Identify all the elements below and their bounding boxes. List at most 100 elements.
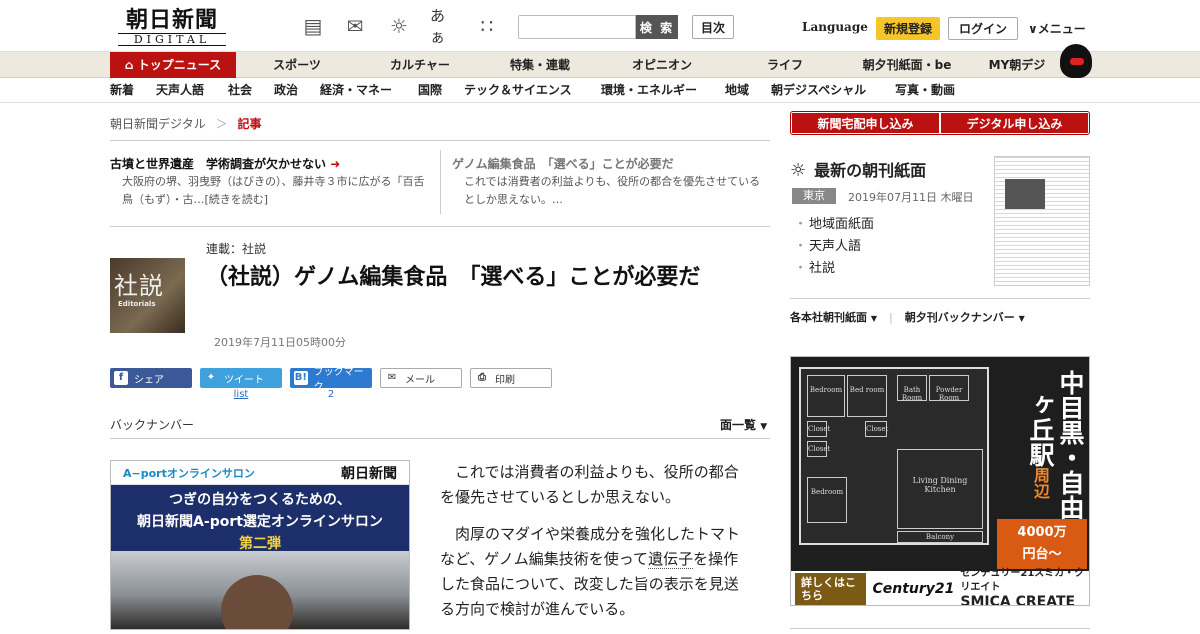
twitter-share-button[interactable]: ✦ ツイート	[200, 368, 282, 388]
hatena-count[interactable]: 2	[290, 389, 372, 400]
grid-icon[interactable]: ∷	[474, 14, 500, 38]
subnav-photo[interactable]: 写真・動画	[895, 78, 955, 103]
realestate-advertisement[interactable]: Bedroom Bed room Bath Room Powder Room C…	[790, 356, 1090, 606]
hatena-bookmark-button[interactable]: B! ブックマーク	[290, 367, 372, 393]
room: Closet	[807, 441, 830, 457]
room: Bedroom	[807, 477, 847, 523]
nav-opinion[interactable]: オピニオン	[622, 52, 702, 78]
thumb-english: Editorials	[118, 300, 156, 308]
language-link[interactable]: Language	[802, 20, 868, 34]
nav-my[interactable]: MY朝デジ	[982, 52, 1052, 78]
photo-block	[1005, 179, 1045, 209]
menlist-dropdown[interactable]: 面一覧 ▼	[720, 416, 767, 433]
asahi-logo: 朝日新聞	[341, 465, 397, 482]
site-logo[interactable]: 朝日新聞 DIGITAL	[118, 8, 226, 46]
room: Bed room	[847, 375, 887, 417]
subnav-environment[interactable]: 環境・エネルギー	[601, 78, 697, 103]
ad-detail-button[interactable]: 詳しくはこちら	[795, 573, 867, 605]
register-button[interactable]: 新規登録	[876, 17, 940, 40]
body-paragraph: これでは消費者の利益よりも、役所の都合を優先させているとしか思えない。	[440, 463, 739, 506]
nav-paper[interactable]: 朝夕刊紙面・be	[852, 52, 962, 78]
paper-title: 最新の朝刊紙面	[814, 161, 927, 180]
twitter-icon: ✦	[206, 372, 216, 383]
backnumber-label[interactable]: バックナンバー	[110, 416, 194, 433]
aport-brand: A−portオンラインサロン	[123, 466, 255, 480]
newspaper-icon[interactable]: ▤	[300, 14, 326, 38]
print-icon: ⎙	[478, 372, 486, 383]
ad-photo	[111, 551, 409, 629]
subnav-region[interactable]: 地域	[725, 78, 749, 103]
weather-icon[interactable]: ☼	[386, 14, 412, 38]
login-button[interactable]: ログイン	[948, 17, 1018, 40]
breadcrumb-current: 記事	[237, 117, 262, 131]
room: Closet	[807, 421, 830, 437]
related-article[interactable]: ゲノム編集食品 「選べる」ことが必要だ これでは消費者の利益よりも、役所の都合を…	[452, 155, 768, 209]
related-title: ゲノム編集食品 「選べる」ことが必要だ	[452, 157, 674, 171]
divider	[790, 628, 1090, 629]
triangle-down-icon: ▼	[1018, 314, 1025, 323]
subnav-economy[interactable]: 経済・マネー	[320, 78, 392, 103]
mascot-icon[interactable]	[1060, 44, 1092, 78]
search-input[interactable]	[518, 15, 636, 39]
mokuji-button[interactable]: 目次	[692, 15, 734, 39]
paper-link-tensei[interactable]: 天声人語	[794, 236, 874, 258]
editorial-thumbnail: 社説 Editorials	[110, 258, 185, 333]
search-button[interactable]: 検 索	[636, 15, 678, 39]
facebook-share-button[interactable]: f シェア	[110, 368, 192, 388]
glossary-link[interactable]: 遺伝子	[648, 550, 694, 569]
nav-top-news[interactable]: ⌂ トップニュース	[110, 52, 236, 78]
nav-life[interactable]: ライフ	[755, 52, 815, 78]
print-button[interactable]: ⎙ 印刷	[470, 368, 552, 388]
breadcrumb: 朝日新聞デジタル ＞ 記事	[110, 115, 261, 132]
room: Living Dining Kitchen	[897, 449, 983, 529]
digital-subscribe-button[interactable]: デジタル申し込み	[941, 113, 1088, 133]
divider	[110, 438, 770, 439]
mail-button[interactable]: ✉ メール	[380, 368, 462, 388]
nav-culture[interactable]: カルチャー	[380, 52, 460, 78]
font-size-icon[interactable]: あぁ	[430, 7, 456, 46]
hatena-icon: B!	[294, 371, 308, 385]
ad-line1: つぎの自分をつくるための、	[169, 492, 351, 508]
megaphone-icon[interactable]: ✉	[342, 14, 368, 38]
menu-button[interactable]: ∨メニュー	[1028, 20, 1086, 37]
paper-link-editorial[interactable]: 社説	[794, 258, 874, 280]
subnav-new[interactable]: 新着	[110, 78, 134, 103]
arrow-right-icon: ➜	[330, 157, 341, 171]
paper-link-region[interactable]: 地域面紙面	[794, 214, 874, 236]
nav-special[interactable]: 特集・連載	[500, 52, 580, 78]
aport-advertisement[interactable]: A−portオンラインサロン 朝日新聞 つぎの自分をつくるための、 朝日新聞A-p…	[110, 460, 410, 630]
facebook-icon: f	[114, 371, 128, 385]
regional-paper-dropdown[interactable]: 各本社朝刊紙面 ▼	[790, 311, 877, 324]
home-icon: ⌂	[124, 58, 138, 72]
delivery-subscribe-button[interactable]: 新聞宅配申し込み	[792, 113, 939, 133]
related-article[interactable]: 古墳と世界遺産 学術調査が欠かせない ➜ 大阪府の堺、羽曳野（はびきの）、藤井寺…	[110, 155, 426, 209]
breadcrumb-home[interactable]: 朝日新聞デジタル	[110, 117, 206, 131]
paper-links: 地域面紙面 天声人語 社説	[794, 214, 874, 280]
subnav-politics[interactable]: 政治	[274, 78, 298, 103]
floor-plan: Bedroom Bed room Bath Room Powder Room C…	[799, 367, 989, 545]
divider	[440, 150, 441, 214]
subnav-world[interactable]: 国際	[418, 78, 442, 103]
related-snippet: 大阪府の堺、羽曳野（はびきの）、藤井寺３市に広がる「百舌鳥（もず）・古…[続きを…	[122, 175, 425, 206]
triangle-down-icon: ▼	[760, 422, 768, 432]
paper-archive-links: 各本社朝刊紙面 ▼ | 朝夕刊バックナンバー ▼	[790, 309, 1025, 325]
subnav-tensei[interactable]: 天声人語	[156, 78, 204, 103]
subnav-special[interactable]: 朝デジスペシャル	[771, 78, 866, 103]
room: Bath Room	[897, 375, 927, 402]
room: Bedroom	[807, 375, 845, 417]
divider	[790, 298, 1090, 299]
nav-sports[interactable]: スポーツ	[262, 52, 332, 78]
article-body: これでは消費者の利益よりも、役所の都合を優先させているとしか思えない。 肉厚のマ…	[440, 460, 750, 634]
divider	[110, 140, 770, 141]
sun-icon: ☼	[790, 160, 807, 181]
logo-ja: 朝日新聞	[125, 7, 218, 33]
twitter-count[interactable]: list	[200, 389, 282, 400]
front-page-thumbnail[interactable]	[994, 156, 1090, 286]
subnav-tech[interactable]: テック＆サイエンス	[464, 78, 572, 103]
article-date: 2019年7月11日05時00分	[214, 336, 346, 349]
series-label[interactable]: 連載：社説	[206, 240, 266, 257]
room: Closet	[865, 421, 888, 437]
backnumber-dropdown[interactable]: 朝夕刊バックナンバー ▼	[905, 311, 1025, 324]
subnav-society[interactable]: 社会	[228, 78, 252, 103]
subscribe-buttons: 新聞宅配申し込み デジタル申し込み	[790, 111, 1090, 135]
